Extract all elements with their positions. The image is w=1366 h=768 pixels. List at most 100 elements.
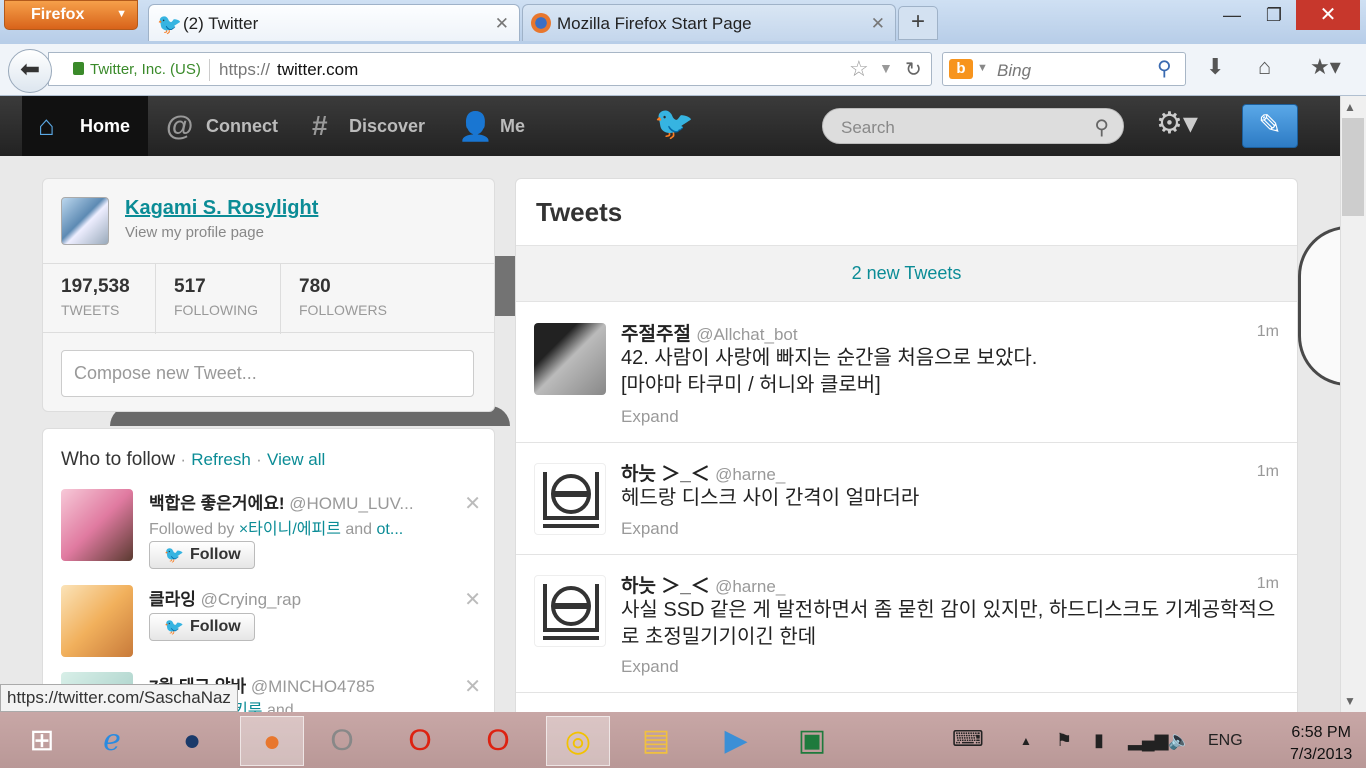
separator: · bbox=[256, 450, 262, 469]
search-icon[interactable]: ⚲ bbox=[1094, 115, 1109, 140]
stat-tweets[interactable]: 197,538 TWEETS bbox=[43, 264, 156, 334]
tab-twitter[interactable]: 🐦 (2) Twitter ✕ bbox=[148, 4, 520, 41]
avatar[interactable] bbox=[61, 489, 133, 561]
suggestion-name[interactable]: 백합은 좋은거에요! @HOMU_LUV... bbox=[149, 489, 414, 514]
search-icon[interactable]: ⚲ bbox=[1157, 56, 1172, 81]
globe-app-icon[interactable]: ● bbox=[160, 716, 224, 766]
battery-icon[interactable]: ▮ bbox=[1094, 730, 1104, 751]
nav-home[interactable]: ⌂ Home bbox=[22, 96, 148, 156]
bing-icon[interactable]: b bbox=[949, 59, 973, 79]
tweet-timestamp[interactable]: 1m bbox=[1257, 463, 1279, 481]
background-art bbox=[495, 256, 515, 316]
avatar[interactable] bbox=[534, 463, 606, 535]
nav-connect-label: Connect bbox=[206, 116, 278, 136]
profile-subtitle-link[interactable]: View my profile page bbox=[125, 224, 264, 241]
stat-followers[interactable]: 780 FOLLOWERS bbox=[281, 264, 481, 334]
firefox-taskbar-icon[interactable]: ● bbox=[240, 716, 304, 766]
bookmark-star-icon[interactable]: ☆ bbox=[849, 56, 869, 82]
title-bar: Firefox ▼ 🐦 (2) Twitter ✕ Mozilla Firefox… bbox=[0, 0, 1366, 44]
avatar[interactable] bbox=[534, 323, 606, 395]
tweet[interactable]: 하늣 ＞_＜ @harne_ 1m 사실 SSD 같은 게 발전하면서 좀 묻힌… bbox=[516, 555, 1297, 693]
dismiss-icon[interactable]: ✕ bbox=[464, 587, 481, 612]
refresh-link[interactable]: Refresh bbox=[191, 450, 251, 469]
tweet[interactable]: 주절주절 @Allchat_bot 1m 42. 사람이 사랑에 빠지는 순간을… bbox=[516, 303, 1297, 443]
scroll-up-arrow-icon[interactable]: ▲ bbox=[1344, 100, 1356, 114]
stat-following[interactable]: 517 FOLLOWING bbox=[156, 264, 281, 334]
follow-button[interactable]: 🐦 Follow bbox=[149, 613, 255, 641]
follow-button[interactable]: 🐦 Follow bbox=[149, 541, 255, 569]
gear-icon[interactable]: ⚙▾ bbox=[1156, 106, 1198, 141]
back-button[interactable]: ⬅ bbox=[8, 49, 52, 93]
tweet[interactable]: 하늣 ＞_＜ @harne_ 1m 헤드랑 디스크 사이 간격이 얼마더라 Ex… bbox=[516, 443, 1297, 555]
tweet-timestamp[interactable]: 1m bbox=[1257, 575, 1279, 593]
avatar[interactable] bbox=[534, 575, 606, 647]
firefox-menu-button[interactable]: Firefox ▼ bbox=[4, 0, 138, 30]
firefox-menu-label: Firefox bbox=[31, 6, 85, 23]
flag-icon[interactable]: ⚑ bbox=[1056, 730, 1072, 751]
window-app-icon[interactable]: ▣ bbox=[780, 716, 844, 766]
close-tab-icon[interactable]: ✕ bbox=[495, 14, 509, 34]
scroll-down-arrow-icon[interactable]: ▼ bbox=[1344, 694, 1356, 708]
follower-link[interactable]: ×타이니/에피르 bbox=[239, 521, 341, 538]
chevron-down-icon[interactable]: ▼ bbox=[977, 62, 988, 74]
scrollbar-thumb[interactable] bbox=[1342, 118, 1364, 216]
language-indicator[interactable]: ENG bbox=[1208, 732, 1243, 750]
tweet-author[interactable]: 하늣 ＞_＜ @harne_ bbox=[621, 459, 785, 486]
suggestion-name[interactable]: 클라잉 @Crying_rap bbox=[149, 585, 301, 610]
reload-icon[interactable]: ↻ bbox=[905, 57, 922, 82]
tweet-author[interactable]: 하늣 ＞_＜ @harne_ bbox=[621, 571, 785, 598]
compose-tweet-input[interactable]: Compose new Tweet... bbox=[61, 350, 474, 397]
new-tab-button[interactable]: + bbox=[898, 6, 938, 40]
media-player-icon[interactable]: ▶ bbox=[704, 716, 768, 766]
history-dropdown-icon[interactable]: ▼ bbox=[879, 60, 893, 76]
file-explorer-icon[interactable]: ▤ bbox=[624, 716, 688, 766]
internet-explorer-icon[interactable]: ℯ bbox=[80, 716, 144, 766]
tweet-author[interactable]: 주절주절 @Allchat_bot bbox=[621, 319, 798, 346]
expand-link[interactable]: Expand bbox=[621, 519, 679, 539]
keyboard-icon[interactable]: ⌨ bbox=[952, 726, 984, 752]
nav-discover[interactable]: # Discover bbox=[312, 96, 425, 156]
nav-connect[interactable]: @ Connect bbox=[166, 96, 278, 156]
network-icon[interactable]: ▂▄▆ bbox=[1128, 730, 1168, 751]
follow-suggestion: 백합은 좋은거에요! @HOMU_LUV... Followed by ×타이니… bbox=[61, 489, 481, 569]
opera-icon[interactable]: O bbox=[388, 716, 452, 766]
page-content: Kagami S. Rosylight View my profile page… bbox=[0, 156, 1340, 712]
stat-value: 517 bbox=[174, 276, 206, 297]
twitter-topbar: ⌂ Home @ Connect # Discover 👤 Me 🐦 Search ⚲ … bbox=[0, 96, 1340, 156]
close-window-button[interactable]: ✕ bbox=[1296, 0, 1360, 30]
expand-link[interactable]: Expand bbox=[621, 407, 679, 427]
others-link[interactable]: ot... bbox=[377, 521, 404, 538]
home-icon[interactable]: ⌂ bbox=[1258, 54, 1271, 80]
dismiss-icon[interactable]: ✕ bbox=[464, 674, 481, 699]
twitter-search-input[interactable]: Search ⚲ bbox=[822, 108, 1124, 144]
tweet-timestamp[interactable]: 1m bbox=[1257, 323, 1279, 341]
dismiss-icon[interactable]: ✕ bbox=[464, 491, 481, 516]
tab-firefox-start[interactable]: Mozilla Firefox Start Page ✕ bbox=[522, 4, 896, 41]
profile-name-link[interactable]: Kagami S. Rosylight bbox=[125, 197, 318, 220]
maximize-button[interactable]: ❐ bbox=[1254, 0, 1294, 30]
opera-next-icon[interactable]: O bbox=[310, 716, 374, 766]
expand-link[interactable]: Expand bbox=[621, 657, 679, 677]
person-icon: 👤 bbox=[458, 111, 493, 142]
twitter-bird-icon[interactable]: 🐦 bbox=[654, 104, 694, 142]
search-bar[interactable]: b ▼ Bing ⚲ bbox=[942, 52, 1186, 86]
nav-me[interactable]: 👤 Me bbox=[458, 96, 525, 156]
chrome-canary-icon[interactable]: ◎ bbox=[546, 716, 610, 766]
show-hidden-icons-icon[interactable]: ▲ bbox=[1020, 734, 1032, 748]
avatar[interactable] bbox=[61, 197, 109, 245]
minimize-button[interactable]: — bbox=[1212, 0, 1252, 30]
close-tab-icon[interactable]: ✕ bbox=[871, 14, 885, 34]
clock-time: 6:58 PM bbox=[1291, 724, 1351, 741]
new-tweets-bar[interactable]: 2 new Tweets bbox=[516, 245, 1297, 302]
windows-start-icon[interactable]: ⊞ bbox=[10, 716, 74, 766]
download-icon[interactable]: ⬇ bbox=[1206, 54, 1224, 80]
view-all-link[interactable]: View all bbox=[267, 450, 325, 469]
opera-icon[interactable]: O bbox=[466, 716, 530, 766]
avatar[interactable] bbox=[61, 585, 133, 657]
volume-icon[interactable]: 🔈 bbox=[1168, 730, 1190, 751]
clock[interactable]: 6:58 PM 7/3/2013 bbox=[1290, 722, 1352, 766]
bookmarks-icon[interactable]: ★▾ bbox=[1310, 54, 1341, 80]
url-bar[interactable]: Twitter, Inc. (US) https:// twitter.com … bbox=[48, 52, 932, 86]
site-identity[interactable]: Twitter, Inc. (US) bbox=[61, 61, 201, 78]
compose-tweet-button[interactable]: ✎ bbox=[1242, 104, 1298, 148]
